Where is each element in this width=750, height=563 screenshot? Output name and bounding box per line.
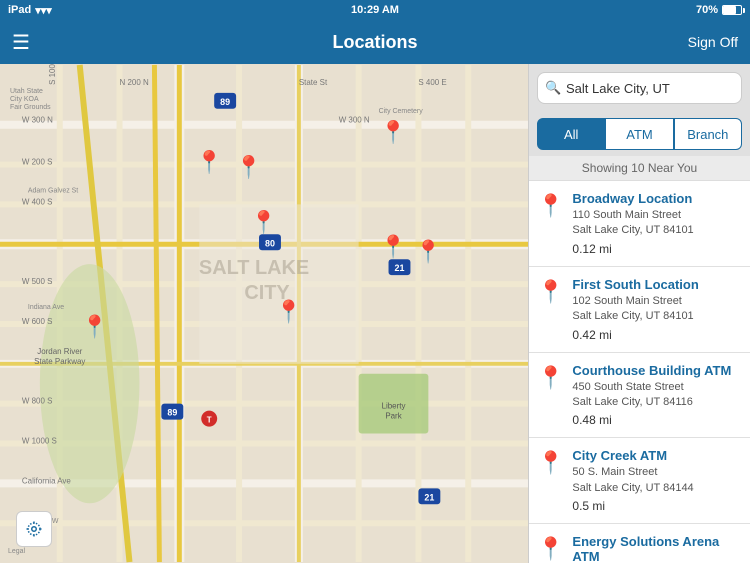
svg-text:T: T bbox=[207, 416, 212, 425]
svg-text:📍: 📍 bbox=[380, 234, 407, 259]
filter-branch-button[interactable]: Branch bbox=[674, 118, 742, 150]
map-pin-icon: 📍 bbox=[537, 365, 564, 391]
svg-text:W 600 S: W 600 S bbox=[22, 317, 53, 326]
header: ☰ Locations Sign Off bbox=[0, 20, 750, 64]
menu-button[interactable]: ☰ bbox=[12, 30, 30, 55]
battery-icon bbox=[722, 5, 742, 15]
svg-text:📍: 📍 bbox=[275, 299, 302, 324]
filter-buttons: All ATM Branch bbox=[529, 112, 750, 156]
svg-text:📍: 📍 bbox=[415, 239, 442, 264]
location-name: First South Location bbox=[572, 277, 742, 292]
svg-text:W 300 N: W 300 N bbox=[22, 116, 53, 125]
location-name: Energy Solutions Arena ATM bbox=[572, 534, 742, 563]
location-info: Broadway Location 110 South Main Street … bbox=[572, 191, 742, 256]
svg-text:📍: 📍 bbox=[81, 314, 108, 339]
svg-text:W 1000 S: W 1000 S bbox=[22, 437, 57, 446]
location-list[interactable]: 📍 Broadway Location 110 South Main Stree… bbox=[529, 181, 750, 563]
status-time: 10:29 AM bbox=[351, 4, 399, 16]
location-name: City Creek ATM bbox=[572, 448, 742, 463]
svg-text:W 400 S: W 400 S bbox=[22, 197, 53, 206]
location-info: City Creek ATM 50 S. Main Street Salt La… bbox=[572, 448, 742, 513]
map-pin-icon: 📍 bbox=[537, 193, 564, 219]
map-pin-icon: 📍 bbox=[537, 536, 564, 562]
map-pin-icon: 📍 bbox=[537, 450, 564, 476]
svg-text:N 200 N: N 200 N bbox=[120, 78, 149, 87]
status-right: 70% bbox=[696, 4, 742, 16]
location-distance: 0.12 mi bbox=[572, 242, 742, 256]
search-input[interactable] bbox=[537, 72, 742, 104]
filter-all-button[interactable]: All bbox=[537, 118, 605, 150]
svg-text:S 400 E: S 400 E bbox=[418, 78, 446, 87]
sign-out-button[interactable]: Sign Off bbox=[688, 34, 738, 50]
ipad-label: iPad bbox=[8, 4, 31, 16]
svg-text:📍: 📍 bbox=[250, 209, 277, 234]
svg-text:S 1000 W: S 1000 W bbox=[48, 64, 57, 85]
svg-text:80: 80 bbox=[265, 238, 275, 248]
map-svg: Jordan River State Parkway Liberty Park … bbox=[0, 64, 528, 563]
location-distance: 0.42 mi bbox=[572, 328, 742, 342]
status-bar: iPad ▾▾▾ 10:29 AM 70% bbox=[0, 0, 750, 20]
svg-text:21: 21 bbox=[395, 263, 405, 273]
search-icon: 🔍 bbox=[545, 80, 561, 96]
page-title: Locations bbox=[332, 32, 417, 53]
location-name: Courthouse Building ATM bbox=[572, 363, 742, 378]
svg-text:Adam Galvez St: Adam Galvez St bbox=[28, 187, 78, 194]
location-info: First South Location 102 South Main Stre… bbox=[572, 277, 742, 342]
svg-text:Utah State: Utah State bbox=[10, 88, 43, 95]
location-address: 450 South State Street Salt Lake City, U… bbox=[572, 380, 742, 411]
search-wrapper: 🔍 bbox=[537, 72, 742, 104]
sidebar: 🔍 All ATM Branch Showing 10 Near You 📍 B… bbox=[528, 64, 750, 563]
showing-label: Showing 10 Near You bbox=[529, 156, 750, 181]
svg-text:21: 21 bbox=[424, 492, 434, 502]
svg-text:Jordan River: Jordan River bbox=[37, 347, 82, 356]
svg-text:📍: 📍 bbox=[235, 155, 262, 180]
svg-text:Fair Grounds: Fair Grounds bbox=[10, 104, 51, 111]
location-info: Energy Solutions Arena ATM 301 West Sout… bbox=[572, 534, 742, 563]
svg-text:State Parkway: State Parkway bbox=[34, 357, 85, 366]
location-address: 50 S. Main Street Salt Lake City, UT 841… bbox=[572, 465, 742, 496]
svg-text:W 500 S: W 500 S bbox=[22, 277, 53, 286]
list-item[interactable]: 📍 City Creek ATM 50 S. Main Street Salt … bbox=[529, 438, 750, 524]
main-content: Jordan River State Parkway Liberty Park … bbox=[0, 64, 750, 563]
svg-text:Indiana Ave: Indiana Ave bbox=[28, 304, 64, 311]
svg-text:SALT LAKE: SALT LAKE bbox=[199, 257, 309, 279]
svg-text:📍: 📍 bbox=[196, 150, 223, 175]
map-pin-icon: 📍 bbox=[537, 279, 564, 305]
location-address: 110 South Main Street Salt Lake City, UT… bbox=[572, 208, 742, 239]
svg-text:W 200 S: W 200 S bbox=[22, 158, 53, 167]
filter-atm-button[interactable]: ATM bbox=[605, 118, 673, 150]
location-distance: 0.5 mi bbox=[572, 499, 742, 513]
list-item[interactable]: 📍 Broadway Location 110 South Main Stree… bbox=[529, 181, 750, 267]
location-distance: 0.48 mi bbox=[572, 413, 742, 427]
svg-text:89: 89 bbox=[167, 408, 177, 418]
svg-text:City KOA: City KOA bbox=[10, 96, 39, 103]
map-area[interactable]: Jordan River State Parkway Liberty Park … bbox=[0, 64, 528, 563]
list-item[interactable]: 📍 First South Location 102 South Main St… bbox=[529, 267, 750, 353]
location-info: Courthouse Building ATM 450 South State … bbox=[572, 363, 742, 428]
location-name: Broadway Location bbox=[572, 191, 742, 206]
svg-text:City Cemetery: City Cemetery bbox=[379, 108, 424, 115]
svg-text:Liberty: Liberty bbox=[382, 402, 406, 411]
svg-text:📍: 📍 bbox=[380, 120, 407, 145]
svg-text:California Ave: California Ave bbox=[22, 476, 72, 485]
search-container: 🔍 bbox=[529, 64, 750, 112]
list-item[interactable]: 📍 Courthouse Building ATM 450 South Stat… bbox=[529, 353, 750, 439]
svg-text:Park: Park bbox=[385, 412, 401, 421]
status-left: iPad ▾▾▾ bbox=[8, 4, 52, 17]
wifi-icon: ▾▾▾ bbox=[35, 4, 52, 17]
my-location-button[interactable] bbox=[16, 511, 52, 547]
svg-text:Legal: Legal bbox=[8, 548, 26, 555]
list-item[interactable]: 📍 Energy Solutions Arena ATM 301 West So… bbox=[529, 524, 750, 563]
svg-text:State St: State St bbox=[299, 78, 328, 87]
location-address: 102 South Main Street Salt Lake City, UT… bbox=[572, 294, 742, 325]
svg-text:W 300 N: W 300 N bbox=[339, 116, 370, 125]
svg-text:89: 89 bbox=[220, 97, 230, 107]
svg-text:W 800 S: W 800 S bbox=[22, 397, 53, 406]
battery-percent: 70% bbox=[696, 4, 718, 16]
